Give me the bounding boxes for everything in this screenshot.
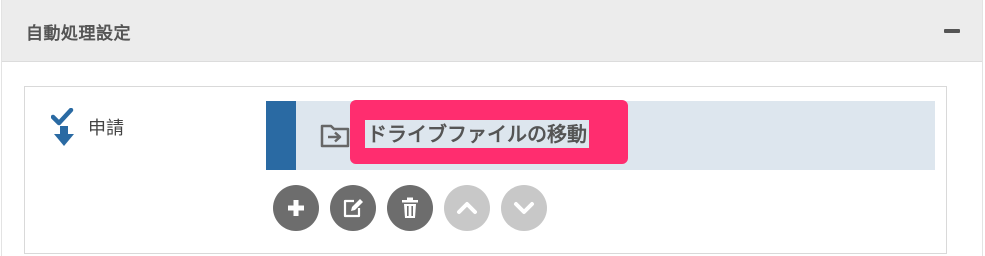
panel-header: 自動処理設定 [2, 0, 982, 62]
plus-icon [288, 200, 304, 216]
workflow-step-box: 申請 ドライブファイルの移動 [24, 86, 947, 254]
move-up-button[interactable] [444, 185, 490, 231]
chevron-down-icon [514, 202, 534, 214]
process-item-drive-file-move[interactable]: ドライブファイルの移動 [266, 100, 935, 170]
check-down-arrow-icon [51, 108, 74, 146]
step-label: 申請 [88, 118, 124, 139]
delete-button[interactable] [387, 185, 433, 231]
move-down-button[interactable] [501, 185, 547, 231]
folder-move-icon [320, 124, 350, 148]
trash-icon [402, 197, 418, 218]
auto-process-settings-panel: 自動処理設定 申請 ドライブファイルの移動 [1, 0, 983, 256]
edit-icon [343, 199, 363, 218]
chevron-up-icon [457, 202, 477, 214]
edit-button[interactable] [330, 185, 376, 231]
process-color-bar [266, 101, 296, 170]
collapse-minus-icon[interactable] [944, 29, 960, 33]
process-label: ドライブファイルの移動 [365, 120, 589, 148]
add-button[interactable] [273, 185, 319, 231]
panel-title: 自動処理設定 [26, 24, 131, 44]
